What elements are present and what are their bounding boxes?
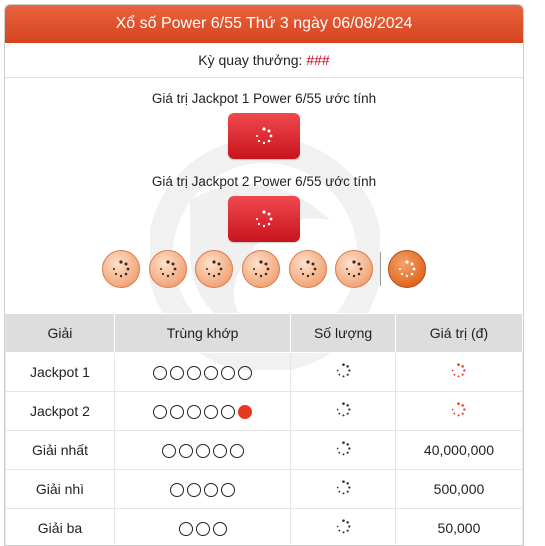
col-header-value: Giá trị (đ): [395, 314, 522, 353]
winner-count: [291, 509, 396, 546]
loading-spinner-icon: [159, 260, 177, 278]
match-circle-icon: [153, 366, 167, 380]
match-circle-icon: [204, 483, 218, 497]
match-circle-icon: [196, 444, 210, 458]
prize-name: Giải nhất: [6, 431, 115, 470]
draw-number-label: Kỳ quay thưởng:: [198, 52, 306, 68]
power-ball: [388, 250, 426, 288]
draw-number: ###: [306, 52, 329, 68]
jackpot-2-value-box: [228, 196, 300, 242]
match-pattern: [114, 392, 290, 431]
prize-value: [395, 353, 522, 392]
jackpot-1-value-box: [228, 113, 300, 159]
page-title: Xổ số Power 6/55 Thứ 3 ngày 06/08/2024: [5, 5, 523, 43]
match-circle-icon: [213, 444, 227, 458]
match-pattern: [114, 431, 290, 470]
result-balls: [5, 250, 523, 296]
match-circle-icon: [179, 522, 193, 536]
prize-value: [395, 392, 522, 431]
loading-spinner-icon: [336, 519, 351, 534]
loading-spinner-icon: [451, 402, 466, 417]
match-circle-icon: [204, 405, 218, 419]
match-circle-icon: [162, 444, 176, 458]
result-ball: [195, 250, 233, 288]
result-ball: [289, 250, 327, 288]
winner-count: [291, 470, 396, 509]
match-circle-icon: [170, 483, 184, 497]
match-circle-icon: [221, 405, 235, 419]
draw-number-row: Kỳ quay thưởng: ###: [5, 43, 523, 78]
match-circle-icon: [187, 366, 201, 380]
results-card: Xổ số Power 6/55 Thứ 3 ngày 06/08/2024 K…: [4, 4, 524, 546]
match-circle-icon: [153, 405, 167, 419]
col-header-prize: Giải: [6, 314, 115, 353]
match-circle-icon: [170, 366, 184, 380]
result-ball: [242, 250, 280, 288]
result-ball: [149, 250, 187, 288]
col-header-match: Trùng khớp: [114, 314, 290, 353]
match-pattern: [114, 470, 290, 509]
match-circle-icon: [187, 483, 201, 497]
prize-name: Jackpot 1: [6, 353, 115, 392]
match-circle-icon: [204, 366, 218, 380]
loading-spinner-icon: [451, 363, 466, 378]
prize-name: Jackpot 2: [6, 392, 115, 431]
result-ball: [102, 250, 140, 288]
table-row: Jackpot 1: [6, 353, 523, 392]
loading-spinner-icon: [398, 260, 416, 278]
divider: [380, 252, 381, 286]
prize-value: 500,000: [395, 470, 522, 509]
loading-spinner-icon: [336, 480, 351, 495]
match-circle-icon: [213, 522, 227, 536]
loading-spinner-icon: [255, 210, 273, 228]
match-circle-icon: [230, 444, 244, 458]
loading-spinner-icon: [112, 260, 130, 278]
loading-spinner-icon: [336, 363, 351, 378]
table-row: Giải ba 50,000: [6, 509, 523, 546]
jackpot-2-label: Giá trị Jackpot 2 Power 6/55 ước tính: [5, 174, 523, 189]
match-pattern: [114, 353, 290, 392]
winner-count: [291, 431, 396, 470]
loading-spinner-icon: [299, 260, 317, 278]
match-circle-icon: [170, 405, 184, 419]
table-row: Giải nhất 40,000,000: [6, 431, 523, 470]
result-ball: [335, 250, 373, 288]
match-circle-icon: [187, 405, 201, 419]
prize-value: 50,000: [395, 509, 522, 546]
loading-spinner-icon: [252, 260, 270, 278]
winner-count: [291, 392, 396, 431]
loading-spinner-icon: [345, 260, 363, 278]
loading-spinner-icon: [255, 127, 273, 145]
prize-value: 40,000,000: [395, 431, 522, 470]
col-header-quantity: Số lượng: [291, 314, 396, 353]
match-circle-icon: [238, 366, 252, 380]
table-header-row: Giải Trùng khớp Số lượng Giá trị (đ): [6, 314, 523, 353]
loading-spinner-icon: [336, 441, 351, 456]
match-circle-icon: [221, 483, 235, 497]
table-row: Giải nhì 500,000: [6, 470, 523, 509]
jackpot-1-label: Giá trị Jackpot 1 Power 6/55 ước tính: [5, 91, 523, 106]
winner-count: [291, 353, 396, 392]
match-circle-icon: [196, 522, 210, 536]
match-circle-icon: [179, 444, 193, 458]
power-match-circle-icon: [238, 405, 252, 419]
match-circle-icon: [221, 366, 235, 380]
loading-spinner-icon: [205, 260, 223, 278]
prize-name: Giải nhì: [6, 470, 115, 509]
prize-table: Giải Trùng khớp Số lượng Giá trị (đ) Jac…: [5, 313, 523, 546]
match-pattern: [114, 509, 290, 546]
table-row: Jackpot 2: [6, 392, 523, 431]
prize-name: Giải ba: [6, 509, 115, 546]
loading-spinner-icon: [336, 402, 351, 417]
